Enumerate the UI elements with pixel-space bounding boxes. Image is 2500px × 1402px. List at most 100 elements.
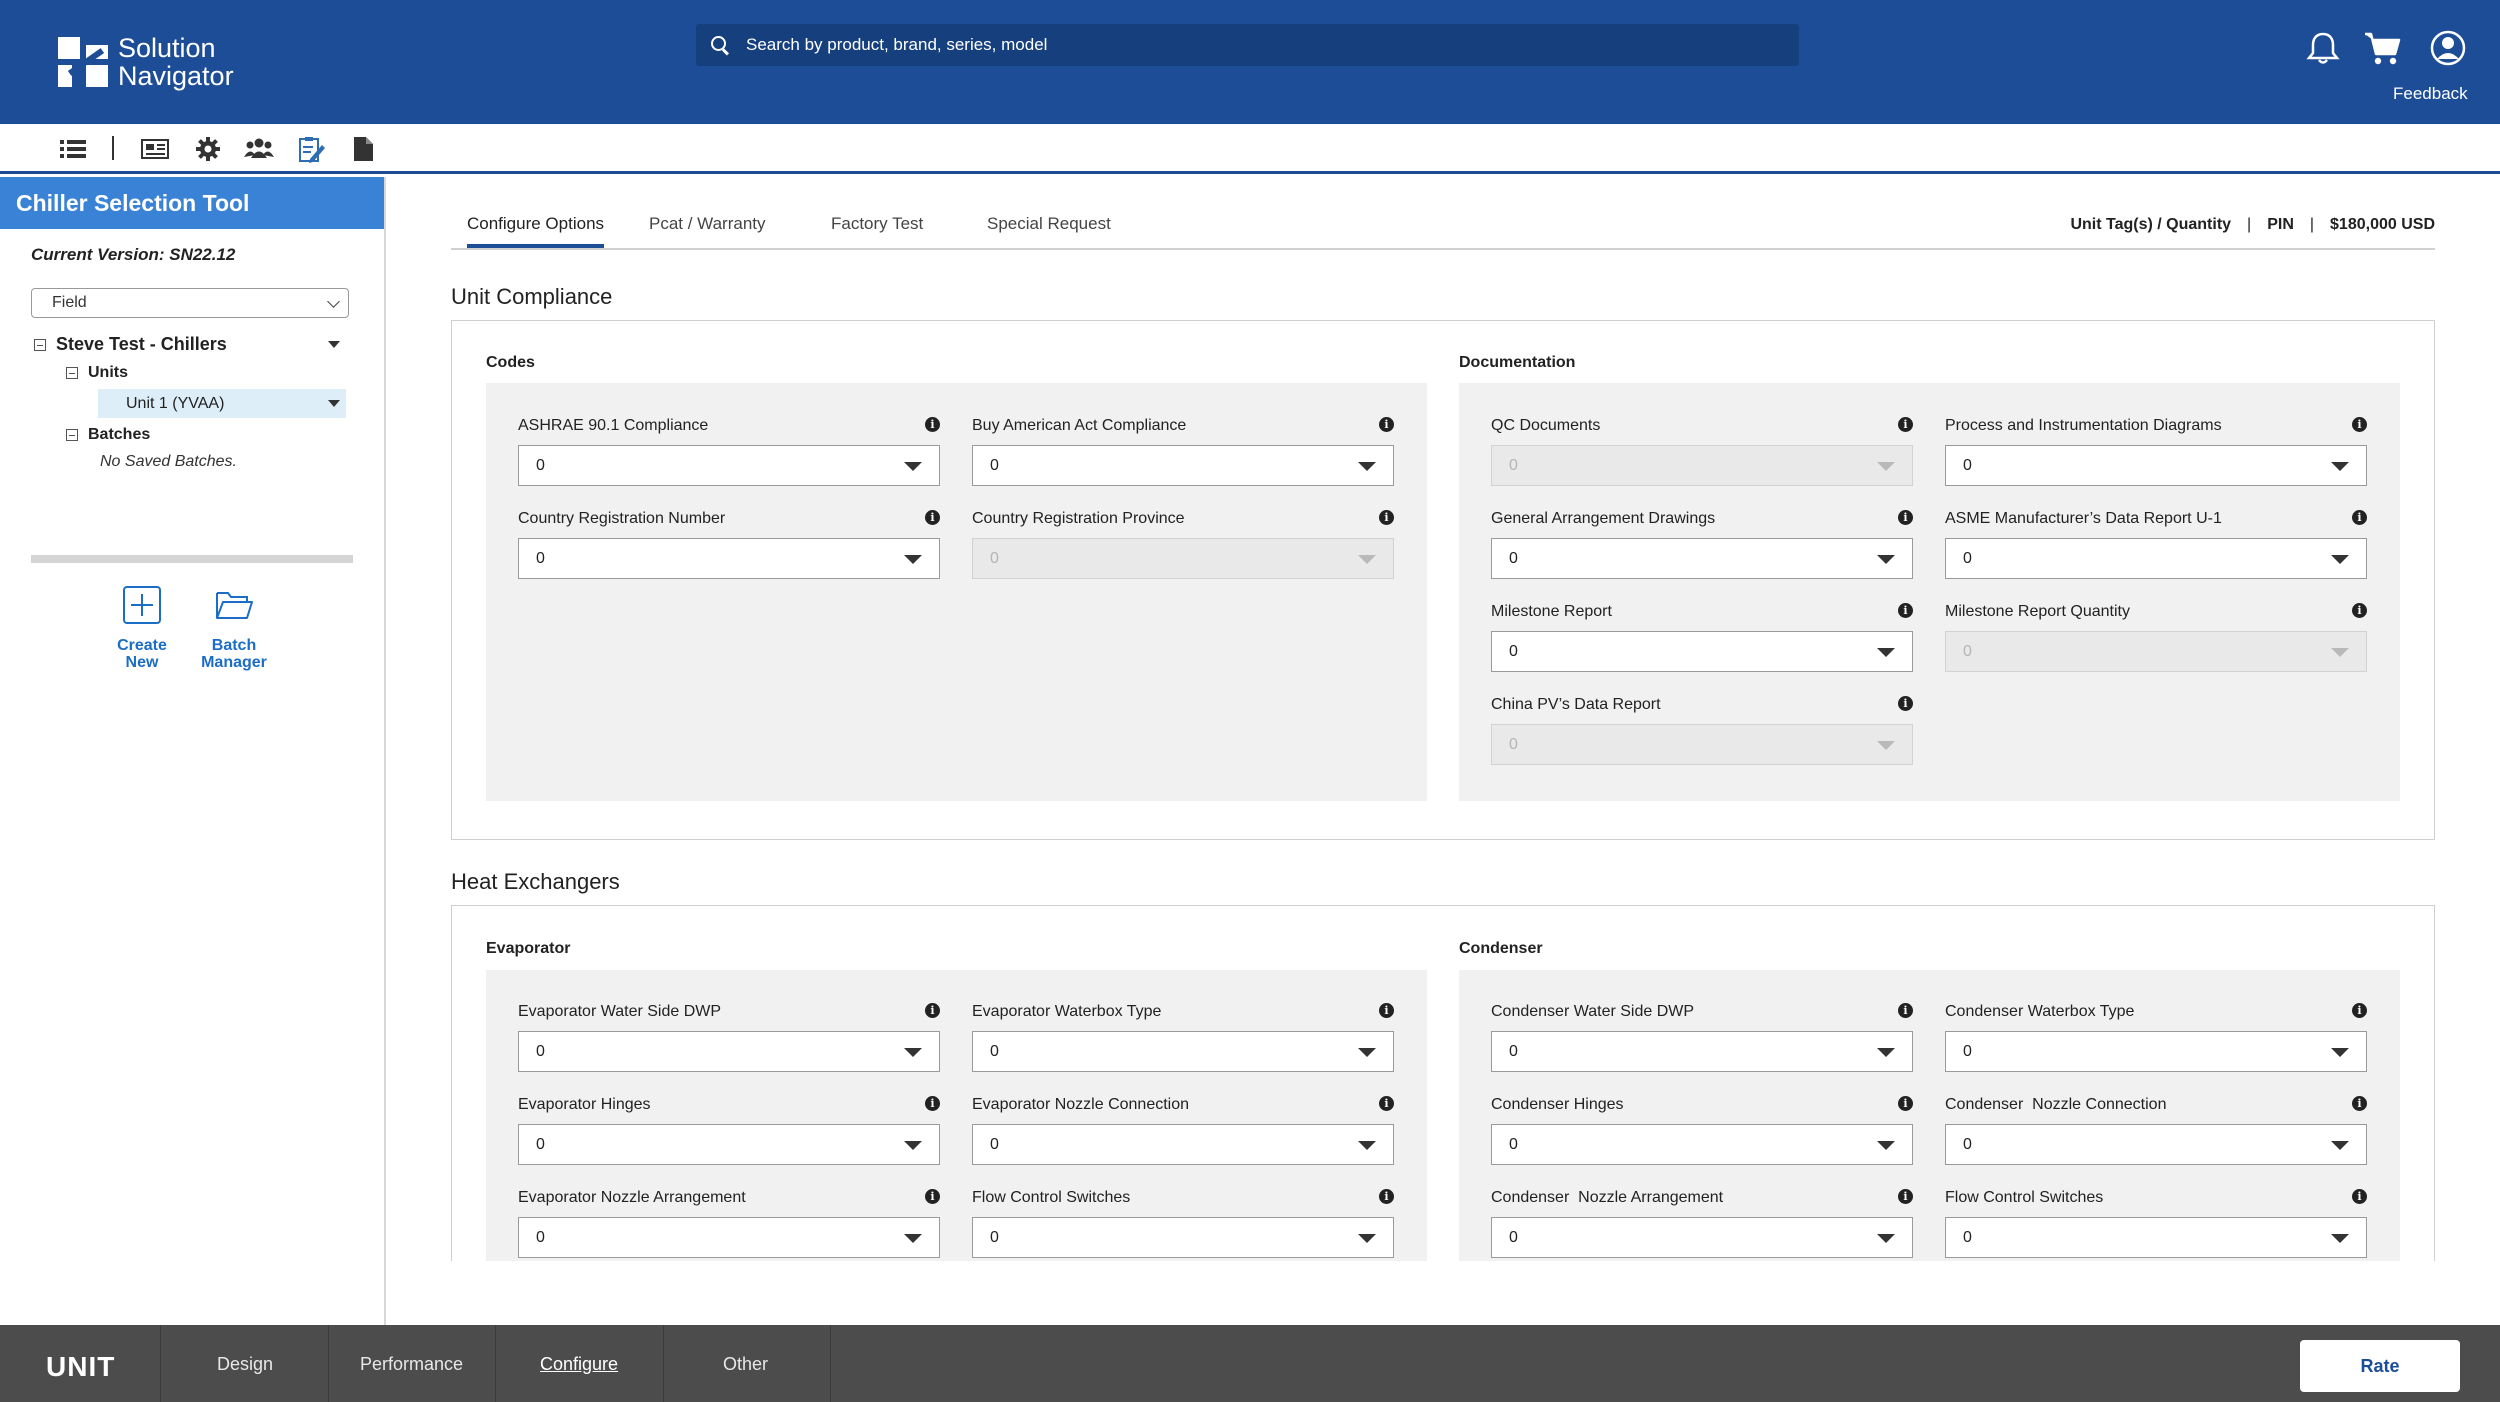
tab-configure-options[interactable]: Configure Options (467, 214, 605, 248)
tab-factory-test[interactable]: Factory Test (831, 214, 923, 234)
rate-button[interactable]: Rate (2300, 1340, 2460, 1392)
info-icon[interactable]: i (1898, 696, 1913, 711)
info-icon[interactable]: i (925, 1003, 940, 1018)
cond-nozzle-arrangement-dropdown[interactable]: 0 (1491, 1217, 1913, 1258)
tree-project[interactable]: Steve Test - Chillers (34, 334, 227, 355)
sidebar-divider (31, 555, 353, 563)
country-registration-number-label: Country Registration Number (518, 510, 726, 527)
milestone-report-quantity-dropdown: 0 (1945, 631, 2367, 672)
info-icon[interactable]: i (1379, 417, 1394, 432)
bell-icon[interactable] (2303, 28, 2343, 68)
toolbar-separator (112, 136, 114, 160)
search-input[interactable] (746, 35, 1746, 55)
user-account-icon[interactable] (2428, 28, 2468, 68)
evap-dwp-dropdown[interactable]: 0 (518, 1031, 940, 1072)
info-icon[interactable]: i (925, 510, 940, 525)
solution-navigator-logo[interactable]: Solution Navigator (58, 32, 234, 92)
create-new-button[interactable]: Create New (97, 585, 187, 671)
info-icon[interactable]: i (1898, 1003, 1913, 1018)
collapse-icon[interactable] (66, 367, 78, 379)
buy-american-dropdown[interactable]: 0 (972, 445, 1394, 486)
info-icon[interactable]: i (925, 1189, 940, 1204)
tab-pcat-warranty[interactable]: Pcat / Warranty (649, 214, 766, 234)
evap-nozzle-arrangement-dropdown[interactable]: 0 (518, 1217, 940, 1258)
info-icon[interactable]: i (2352, 510, 2367, 525)
info-icon[interactable]: i (1898, 1096, 1913, 1111)
dropdown-arrow-icon (1877, 741, 1895, 750)
evaporator-title: Evaporator (486, 940, 571, 957)
bottom-tab-design[interactable]: Design (217, 1354, 273, 1375)
field-select[interactable]: Field (31, 288, 349, 318)
dropdown-arrow-icon (1877, 1234, 1895, 1243)
info-icon[interactable]: i (1898, 603, 1913, 618)
toolbar (0, 124, 2500, 174)
evap-nozzle-connection-dropdown[interactable]: 0 (972, 1124, 1394, 1165)
pid-dropdown[interactable]: 0 (1945, 445, 2367, 486)
tab-special-request[interactable]: Special Request (987, 214, 1111, 234)
info-icon[interactable]: i (2352, 603, 2367, 618)
cond-dwp-label: Condenser Water Side DWP (1491, 1003, 1695, 1020)
bottom-tab-other[interactable]: Other (723, 1354, 768, 1375)
ga-drawings-dropdown[interactable]: 0 (1491, 538, 1913, 579)
info-icon[interactable]: i (1379, 1189, 1394, 1204)
collapse-icon[interactable] (34, 338, 46, 351)
evap-flow-switches-dropdown[interactable]: 0 (972, 1217, 1394, 1258)
document-icon[interactable] (348, 134, 378, 164)
collapse-icon[interactable] (66, 429, 78, 441)
country-registration-number-dropdown[interactable]: 0 (518, 538, 940, 579)
logo-text: Solution Navigator (118, 33, 234, 91)
unit-tag-quantity-link[interactable]: Unit Tag(s) / Quantity (2070, 216, 2231, 233)
batch-manager-button[interactable]: Batch Manager (189, 585, 279, 671)
cond-hinges-dropdown[interactable]: 0 (1491, 1124, 1913, 1165)
cond-flow-switches-dropdown[interactable]: 0 (1945, 1217, 2367, 1258)
tree-unit-item[interactable]: Unit 1 (YVAA) (98, 389, 346, 418)
clipboard-edit-icon[interactable] (296, 134, 326, 164)
gear-icon[interactable] (193, 134, 223, 164)
info-icon[interactable]: i (2352, 417, 2367, 432)
info-icon[interactable]: i (2352, 1003, 2367, 1018)
search-icon[interactable] (710, 35, 730, 55)
cond-nozzle-connection-dropdown[interactable]: 0 (1945, 1124, 2367, 1165)
codes-panel: ASHRAE 90.1 Compliance i 0 Buy American … (486, 383, 1427, 801)
project-menu-caret-icon[interactable] (328, 341, 340, 348)
milestone-report-dropdown[interactable]: 0 (1491, 631, 1913, 672)
unit-menu-caret-icon[interactable] (328, 400, 340, 407)
cart-icon[interactable] (2363, 28, 2403, 68)
info-icon[interactable]: i (1379, 510, 1394, 525)
info-icon[interactable]: i (1898, 1189, 1913, 1204)
asme-data-report-dropdown[interactable]: 0 (1945, 538, 2367, 579)
tree-batches[interactable]: Batches (66, 426, 150, 444)
bottom-tab-configure[interactable]: Configure (540, 1354, 618, 1375)
feedback-link[interactable]: Feedback (2393, 84, 2468, 104)
sidebar: Chiller Selection Tool Current Version: … (0, 177, 386, 1325)
info-icon[interactable]: i (2352, 1096, 2367, 1111)
info-icon[interactable]: i (1898, 417, 1913, 432)
info-icon[interactable]: i (1898, 510, 1913, 525)
newspaper-icon[interactable] (140, 134, 170, 164)
evap-nozzle-arrangement-label: Evaporator Nozzle Arrangement (518, 1189, 746, 1206)
cond-nozzle-arrangement-label: Condenser Nozzle Arrangement (1491, 1189, 1724, 1206)
info-icon[interactable]: i (2352, 1189, 2367, 1204)
info-icon[interactable]: i (1379, 1096, 1394, 1111)
info-icon[interactable]: i (925, 417, 940, 432)
cond-waterbox-dropdown[interactable]: 0 (1945, 1031, 2367, 1072)
info-icon[interactable]: i (1379, 1003, 1394, 1018)
bottom-tab-performance[interactable]: Performance (360, 1354, 463, 1375)
evap-hinges-dropdown[interactable]: 0 (518, 1124, 940, 1165)
info-icon[interactable]: i (925, 1096, 940, 1111)
ashrae-compliance-dropdown[interactable]: 0 (518, 445, 940, 486)
qc-documents-label: QC Documents (1491, 417, 1601, 434)
tree-units[interactable]: Units (66, 364, 128, 382)
evap-waterbox-dropdown[interactable]: 0 (972, 1031, 1394, 1072)
search-bar[interactable] (696, 24, 1799, 66)
cond-dwp-dropdown[interactable]: 0 (1491, 1031, 1913, 1072)
cond-nozzle-connection-label: Condenser Nozzle Connection (1945, 1096, 2167, 1113)
list-icon[interactable] (58, 134, 88, 164)
heat-exchangers-title: Heat Exchangers (451, 869, 620, 894)
batches-label: Batches (88, 426, 151, 443)
unit-label: UNIT (46, 1351, 116, 1382)
pin-link[interactable]: PIN (2267, 216, 2294, 233)
top-header: Solution Navigator Feedback (0, 0, 2500, 124)
users-icon[interactable] (244, 134, 274, 164)
dropdown-arrow-icon (2331, 1234, 2349, 1243)
